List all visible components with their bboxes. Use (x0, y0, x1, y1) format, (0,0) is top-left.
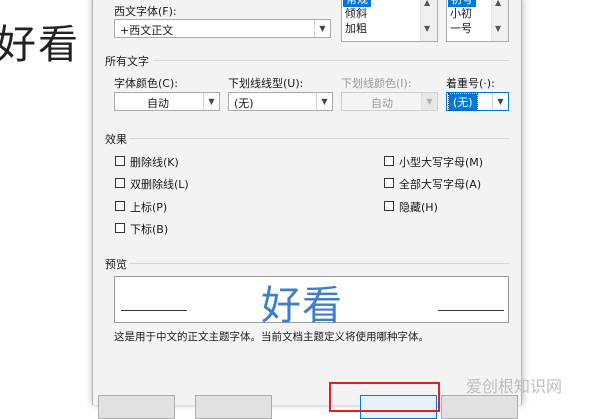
size-item-yihao[interactable]: 一号 (450, 20, 472, 36)
western-font-combo[interactable]: +西文正文 ▼ (114, 19, 331, 38)
effects-section-title: 效果 (105, 133, 127, 146)
font-color-label: 字体颜色(C): (114, 77, 178, 90)
chevron-down-icon[interactable]: ▼ (492, 93, 508, 110)
chevron-down-icon: ▼ (421, 93, 437, 110)
double-strikethrough-checkbox[interactable] (115, 178, 125, 188)
emphasis-mark-combo[interactable]: (无) ▼ (446, 92, 509, 111)
underline-color-value: 自动 (371, 97, 393, 110)
small-caps-label[interactable]: 小型大写字母(M) (399, 154, 483, 170)
hidden-label[interactable]: 隐藏(H) (399, 199, 438, 215)
document-text: 好看 (0, 22, 80, 68)
underline-type-label: 下划线线型(U): (228, 77, 304, 90)
highlight-box (329, 382, 440, 412)
style-list-scrollbar[interactable]: ▲ ▼ (420, 0, 437, 41)
cancel-button[interactable] (441, 395, 518, 419)
preview-box: 好看 (114, 276, 509, 329)
font-color-combo[interactable]: 自动 ▼ (114, 92, 220, 111)
preview-baseline-left (121, 310, 187, 311)
all-caps-checkbox[interactable] (384, 178, 394, 188)
separator (129, 263, 509, 264)
style-item-italic[interactable]: 倾斜 (345, 5, 367, 21)
emphasis-mark-value: (无) (448, 93, 478, 111)
separator (153, 60, 509, 61)
underline-color-label: 下划线颜色(I): (341, 77, 412, 90)
font-color-value: 自动 (147, 97, 169, 110)
small-caps-checkbox[interactable] (384, 156, 394, 166)
subscript-checkbox[interactable] (115, 223, 125, 233)
chevron-up-icon[interactable]: ▲ (495, 0, 501, 7)
text-effects-button[interactable] (195, 395, 272, 419)
superscript-label[interactable]: 上标(P) (130, 199, 167, 215)
western-font-label: 西文字体(F): (114, 5, 177, 18)
double-strikethrough-label[interactable]: 双删除线(L) (130, 176, 189, 192)
default-button[interactable] (98, 395, 175, 419)
hidden-checkbox[interactable] (384, 201, 394, 211)
subscript-label[interactable]: 下标(B) (130, 221, 168, 237)
preview-sample-text: 好看 (261, 283, 343, 329)
separator (129, 138, 509, 139)
size-item-xiaochu[interactable]: 小初 (450, 5, 472, 21)
underline-type-value: (无) (234, 97, 254, 110)
chevron-down-icon[interactable]: ▼ (495, 24, 501, 33)
chevron-down-icon[interactable]: ▼ (314, 20, 330, 37)
watermark: 爱创根知识网 (466, 377, 563, 396)
preview-description: 这是用于中文的正文主题字体。当前文档主题定义将使用哪种字体。 (114, 331, 429, 343)
all-caps-label[interactable]: 全部大写字母(A) (399, 176, 481, 192)
superscript-checkbox[interactable] (115, 201, 125, 211)
chevron-down-icon[interactable]: ▼ (424, 24, 430, 33)
preview-baseline-right (438, 310, 504, 311)
chevron-up-icon[interactable]: ▲ (424, 0, 430, 7)
font-size-list[interactable]: 初号 小初 一号 ▲ ▼ (446, 0, 509, 42)
chevron-down-icon[interactable]: ▼ (316, 93, 332, 110)
underline-type-combo[interactable]: (无) ▼ (228, 92, 333, 111)
size-list-scrollbar[interactable]: ▲ ▼ (491, 0, 508, 41)
chevron-down-icon[interactable]: ▼ (203, 93, 219, 110)
strikethrough-checkbox[interactable] (115, 156, 125, 166)
western-font-value: +西文正文 (120, 24, 174, 37)
strikethrough-label[interactable]: 删除线(K) (130, 154, 179, 170)
style-item-bold[interactable]: 加粗 (345, 20, 367, 36)
font-style-list[interactable]: 常规 倾斜 加粗 ▲ ▼ (341, 0, 438, 42)
font-dialog: 西文字体(F): +西文正文 ▼ 常规 倾斜 加粗 ▲ ▼ 初号 小初 一号 ▲… (92, 0, 522, 419)
all-text-section-title: 所有文字 (105, 55, 149, 68)
preview-section-title: 预览 (105, 258, 127, 271)
underline-color-combo: 自动 ▼ (341, 92, 438, 111)
emphasis-mark-label: 着重号(·): (446, 77, 495, 90)
document-margin (520, 0, 600, 405)
